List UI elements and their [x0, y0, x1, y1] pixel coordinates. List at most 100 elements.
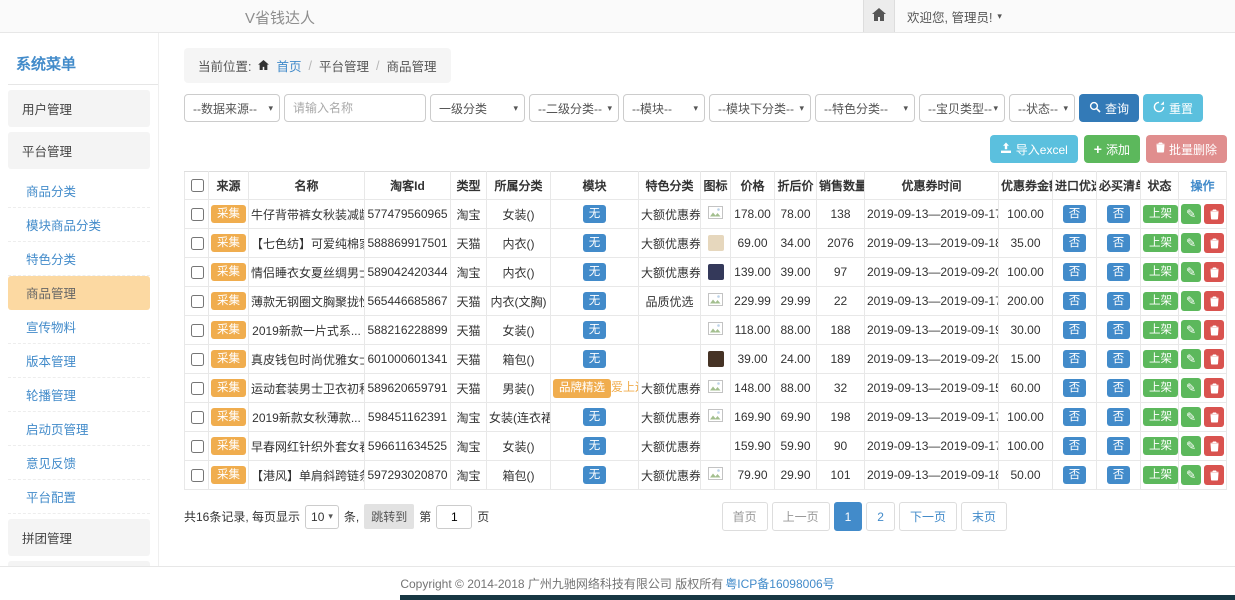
select-all-checkbox[interactable] [191, 179, 204, 192]
sidebar-item-splash-page-management[interactable]: 启动页管理 [8, 412, 150, 446]
row-checkbox[interactable] [191, 411, 204, 424]
sidebar-item-module-product-category[interactable]: 模块商品分类 [8, 208, 150, 242]
row-checkbox[interactable] [191, 266, 204, 279]
sidebar-item-version-management[interactable]: 版本管理 [8, 344, 150, 378]
item-type-select[interactable]: --宝贝类型--▾ [919, 94, 1005, 122]
jump-button[interactable]: 跳转到 [364, 504, 414, 529]
home-button[interactable] [863, 0, 895, 32]
edit-button[interactable]: ✎ [1181, 233, 1201, 253]
must-buy-toggle[interactable]: 否 [1107, 292, 1131, 310]
delete-button[interactable] [1204, 262, 1224, 282]
must-buy-toggle[interactable]: 否 [1107, 321, 1131, 339]
must-buy-toggle[interactable]: 否 [1107, 437, 1131, 455]
sidebar-item-platform-config[interactable]: 平台配置 [8, 480, 150, 514]
row-checkbox[interactable] [191, 382, 204, 395]
row-checkbox[interactable] [191, 324, 204, 337]
delete-button[interactable] [1204, 233, 1224, 253]
must-buy-toggle[interactable]: 否 [1107, 234, 1131, 252]
must-buy-toggle[interactable]: 否 [1107, 466, 1131, 484]
import-select-toggle[interactable]: 否 [1063, 350, 1087, 368]
edit-button[interactable]: ✎ [1181, 291, 1201, 311]
status-badge[interactable]: 上架 [1143, 321, 1178, 339]
sidebar-item-carousel-management[interactable]: 轮播管理 [8, 378, 150, 412]
sidebar-item-product-management[interactable]: 商品管理 [8, 276, 150, 310]
sidebar-item-feedback[interactable]: 意见反馈 [8, 446, 150, 480]
status-badge[interactable]: 上架 [1143, 350, 1178, 368]
must-buy-toggle[interactable]: 否 [1107, 350, 1131, 368]
import-select-toggle[interactable]: 否 [1063, 234, 1087, 252]
icp-link[interactable]: 粤ICP备16098006号 [725, 575, 834, 592]
must-buy-toggle[interactable]: 否 [1107, 408, 1131, 426]
category1-select[interactable]: 一级分类▾ [430, 94, 525, 122]
row-checkbox[interactable] [191, 208, 204, 221]
last-page-button[interactable]: 末页 [961, 502, 1007, 531]
must-buy-toggle[interactable]: 否 [1107, 205, 1131, 223]
import-select-toggle[interactable]: 否 [1063, 263, 1087, 281]
status-badge[interactable]: 上架 [1143, 466, 1178, 484]
module-select[interactable]: --模块--▾ [623, 94, 705, 122]
page-2-button[interactable]: 2 [866, 502, 895, 531]
delete-button[interactable] [1204, 407, 1224, 427]
add-button[interactable]: + 添加 [1084, 135, 1140, 163]
feature-category-select[interactable]: --特色分类--▾ [815, 94, 915, 122]
row-checkbox[interactable] [191, 295, 204, 308]
delete-button[interactable] [1204, 436, 1224, 456]
sidebar-item-product-category[interactable]: 商品分类 [8, 174, 150, 208]
import-excel-button[interactable]: 导入excel [990, 135, 1078, 163]
delete-button[interactable] [1204, 204, 1224, 224]
status-select[interactable]: --状态--▾ [1009, 94, 1075, 122]
edit-button[interactable]: ✎ [1181, 262, 1201, 282]
row-checkbox[interactable] [191, 469, 204, 482]
status-badge[interactable]: 上架 [1143, 234, 1178, 252]
edit-button[interactable]: ✎ [1181, 204, 1201, 224]
search-button[interactable]: 查询 [1079, 94, 1139, 122]
first-page-button[interactable]: 首页 [722, 502, 768, 531]
page-size-select[interactable]: 10 ▾ [305, 505, 339, 529]
import-select-toggle[interactable]: 否 [1063, 292, 1087, 310]
sidebar-item-groupbuy-management[interactable]: 拼团管理 [8, 519, 150, 556]
page-jump-input[interactable] [436, 505, 472, 529]
breadcrumb-home-link[interactable]: 首页 [276, 56, 301, 75]
data-source-select[interactable]: --数据来源--▾ [184, 94, 280, 122]
import-select-toggle[interactable]: 否 [1063, 379, 1087, 397]
import-select-toggle[interactable]: 否 [1063, 205, 1087, 223]
edit-button[interactable]: ✎ [1181, 349, 1201, 369]
sidebar-item-platform-management[interactable]: 平台管理 [8, 132, 150, 169]
delete-button[interactable] [1204, 320, 1224, 340]
import-select-toggle[interactable]: 否 [1063, 466, 1087, 484]
next-page-button[interactable]: 下一页 [899, 502, 957, 531]
user-menu[interactable]: 欢迎您, 管理员! ▾ [895, 7, 1014, 26]
edit-button[interactable]: ✎ [1181, 320, 1201, 340]
delete-button[interactable] [1204, 465, 1224, 485]
must-buy-toggle[interactable]: 否 [1107, 379, 1131, 397]
row-checkbox[interactable] [191, 237, 204, 250]
name-search-input[interactable] [284, 94, 426, 122]
batch-delete-button[interactable]: 批量删除 [1146, 135, 1227, 163]
delete-button[interactable] [1204, 291, 1224, 311]
import-select-toggle[interactable]: 否 [1063, 408, 1087, 426]
import-select-toggle[interactable]: 否 [1063, 437, 1087, 455]
module-sub-select[interactable]: --模块下分类--▾ [709, 94, 811, 122]
status-badge[interactable]: 上架 [1143, 205, 1178, 223]
sidebar-item-user-management[interactable]: 用户管理 [8, 90, 150, 127]
edit-button[interactable]: ✎ [1181, 436, 1201, 456]
status-badge[interactable]: 上架 [1143, 263, 1178, 281]
delete-button[interactable] [1204, 349, 1224, 369]
page-1-button[interactable]: 1 [834, 502, 863, 531]
reset-button[interactable]: 重置 [1143, 94, 1203, 122]
must-buy-toggle[interactable]: 否 [1107, 263, 1131, 281]
edit-button[interactable]: ✎ [1181, 407, 1201, 427]
status-badge[interactable]: 上架 [1143, 408, 1178, 426]
status-badge[interactable]: 上架 [1143, 292, 1178, 310]
category2-select[interactable]: --二级分类--▾ [529, 94, 619, 122]
edit-button[interactable]: ✎ [1181, 378, 1201, 398]
edit-button[interactable]: ✎ [1181, 465, 1201, 485]
prev-page-button[interactable]: 上一页 [772, 502, 830, 531]
status-badge[interactable]: 上架 [1143, 379, 1178, 397]
row-checkbox[interactable] [191, 353, 204, 366]
sidebar-item-promotion-material[interactable]: 宣传物料 [8, 310, 150, 344]
delete-button[interactable] [1204, 378, 1224, 398]
status-badge[interactable]: 上架 [1143, 437, 1178, 455]
import-select-toggle[interactable]: 否 [1063, 321, 1087, 339]
sidebar-item-feature-category[interactable]: 特色分类 [8, 242, 150, 276]
